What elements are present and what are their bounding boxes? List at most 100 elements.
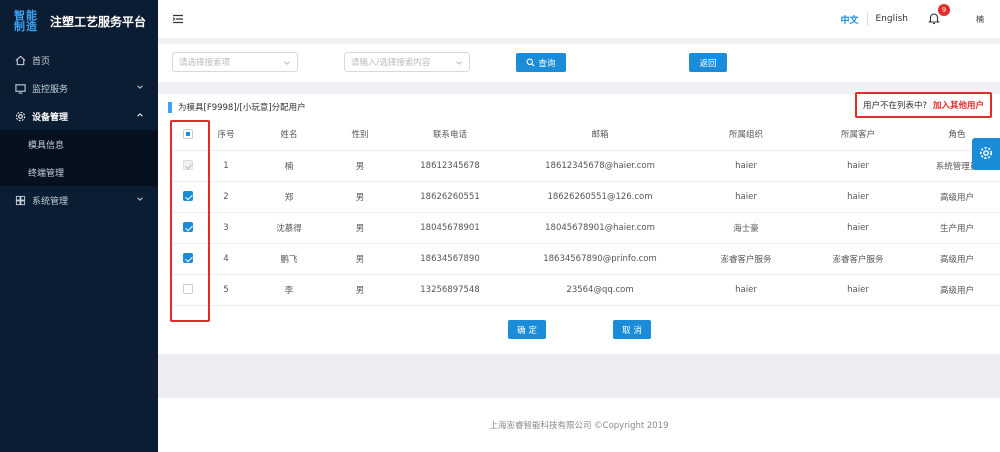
cell-customer: haier	[802, 274, 914, 306]
column-header: 所属客户	[802, 118, 914, 151]
chevron-down-icon	[136, 83, 146, 93]
top-header: 中文 English 9 楠	[158, 0, 1000, 38]
bell-icon[interactable]: 9	[928, 4, 950, 26]
brand: 智能制造 注塑工艺服务平台	[0, 0, 158, 42]
menu-toggle-icon[interactable]	[172, 14, 184, 24]
lang-en-link[interactable]: English	[876, 14, 909, 24]
cancel-button[interactable]: 取 消	[613, 320, 651, 339]
cell-email: 18634567890@prinfo.com	[510, 243, 690, 275]
confirm-button[interactable]: 确 定	[508, 320, 546, 339]
select-all-checkbox[interactable]	[183, 128, 193, 139]
search-field-select[interactable]: 请选择搜索项	[172, 52, 298, 72]
cell-name: 楠	[248, 150, 330, 182]
sidebar-item-label: 首页	[32, 56, 51, 67]
cell-index: 5	[204, 274, 248, 306]
cell-role: 生产用户	[914, 212, 1000, 244]
cell-index: 4	[204, 243, 248, 275]
row-checkbox[interactable]	[183, 191, 193, 202]
cell-email: 23564@qq.com	[510, 274, 690, 306]
row-checkbox[interactable]	[183, 284, 193, 295]
search-content-placeholder: 请输入/选择搜索内容	[351, 58, 431, 68]
sidebar-item-monitor[interactable]: 监控服务	[0, 74, 158, 102]
form-actions: 确 定 取 消	[158, 320, 1000, 340]
cell-role: 高级用户	[914, 181, 1000, 213]
cell-index: 1	[204, 150, 248, 182]
cell-name: 李	[248, 274, 330, 306]
cell-org: 海士豪	[690, 212, 802, 244]
settings-fab[interactable]	[972, 138, 1000, 170]
row-checkbox[interactable]	[183, 222, 193, 233]
cell-phone: 18626260551	[390, 181, 510, 213]
sidebar-menu: 首页 监控服务 设备管理 模具信息 终端管理 系统管理	[0, 46, 158, 214]
row-checkbox[interactable]	[183, 253, 193, 264]
cell-customer: 澎睿客户服务	[802, 243, 914, 275]
divider	[866, 12, 868, 26]
confirm-button-label: 确 定	[517, 325, 537, 336]
search-icon	[526, 58, 535, 67]
sidebar-item-label: 监控服务	[32, 84, 69, 95]
notification-badge: 9	[938, 4, 950, 16]
sidebar-item-label: 系统管理	[32, 196, 69, 207]
cell-name: 鹏飞	[248, 243, 330, 275]
cell-gender: 男	[330, 150, 390, 182]
search-bar: 请选择搜索项 请输入/选择搜索内容 查询 返回	[158, 38, 1000, 82]
sidebar-item-label: 设备管理	[32, 112, 69, 123]
search-content-select[interactable]: 请输入/选择搜索内容	[344, 52, 470, 72]
cell-email: 18612345678@haier.com	[510, 150, 690, 182]
cell-role: 高级用户	[914, 243, 1000, 275]
title-accent	[168, 101, 172, 113]
query-button[interactable]: 查询	[516, 53, 566, 72]
cell-email: 18626260551@126.com	[510, 181, 690, 213]
back-button[interactable]: 返回	[689, 53, 727, 72]
sidebar-item-system[interactable]: 系统管理	[0, 186, 158, 214]
sidebar-item-home[interactable]: 首页	[0, 46, 158, 74]
cell-org: 澎睿客户服务	[690, 243, 802, 275]
cell-gender: 男	[330, 212, 390, 244]
select-all-cell	[172, 118, 204, 151]
table-row: 4 鹏飞 男 18634567890 18634567890@prinfo.co…	[172, 243, 1000, 275]
search-field-placeholder: 请选择搜索项	[179, 58, 231, 68]
column-header: 姓名	[248, 118, 330, 151]
users-table: 序号 姓名 性别 联系电话 邮箱 所属组织 所属客户 角色 1 楠 男 1861…	[172, 118, 1000, 306]
content-spacer	[158, 354, 1000, 398]
cell-index: 3	[204, 212, 248, 244]
query-button-label: 查询	[538, 58, 556, 69]
header-right: 中文 English 9 楠	[840, 4, 986, 26]
table-row: 2 郑 男 18626260551 18626260551@126.com ha…	[172, 181, 1000, 213]
cell-email: 18045678901@haier.com	[510, 212, 690, 244]
footer: 上海澎睿智能科技有限公司 ©Copyright 2019	[158, 398, 1000, 452]
sidebar-item-label: 模具信息	[28, 140, 65, 151]
sidebar-item-mold-info[interactable]: 模具信息	[0, 130, 158, 158]
panel-title: 为模具[F9998]/[小玩意]分配用户	[168, 101, 306, 113]
user-name[interactable]: 楠	[976, 14, 984, 25]
brand-logo: 智能制造	[14, 9, 38, 33]
gear-icon	[979, 146, 993, 163]
home-icon	[14, 54, 26, 66]
cell-customer: haier	[802, 150, 914, 182]
sidebar-item-device[interactable]: 设备管理	[0, 102, 158, 130]
back-button-label: 返回	[699, 58, 717, 69]
assign-users-panel: 为模具[F9998]/[小玩意]分配用户 用户不在列表中? 加入其他用户 序号 …	[158, 92, 1000, 354]
cell-gender: 男	[330, 274, 390, 306]
cell-name: 郑	[248, 181, 330, 213]
cell-phone: 18634567890	[390, 243, 510, 275]
cell-index: 2	[204, 181, 248, 213]
column-header: 邮箱	[510, 118, 690, 151]
row-checkbox	[183, 160, 193, 171]
add-other-users-link[interactable]: 加入其他用户	[933, 99, 984, 111]
table-row: 1 楠 男 18612345678 18612345678@haier.com …	[172, 150, 1000, 182]
cell-customer: haier	[802, 212, 914, 244]
not-in-list-text: 用户不在列表中?	[862, 101, 927, 111]
table-header-row: 序号 姓名 性别 联系电话 邮箱 所属组织 所属客户 角色	[172, 118, 1000, 151]
cancel-button-label: 取 消	[622, 325, 642, 336]
lang-zh-link[interactable]: 中文	[840, 13, 858, 26]
chevron-up-icon	[136, 111, 146, 121]
cell-gender: 男	[330, 181, 390, 213]
column-header: 序号	[204, 118, 248, 151]
sidebar-item-terminal[interactable]: 终端管理	[0, 158, 158, 186]
device-submenu: 模具信息 终端管理	[0, 130, 158, 186]
column-header: 联系电话	[390, 118, 510, 151]
cell-phone: 18045678901	[390, 212, 510, 244]
chevron-down-icon	[455, 59, 463, 67]
column-header: 性别	[330, 118, 390, 151]
